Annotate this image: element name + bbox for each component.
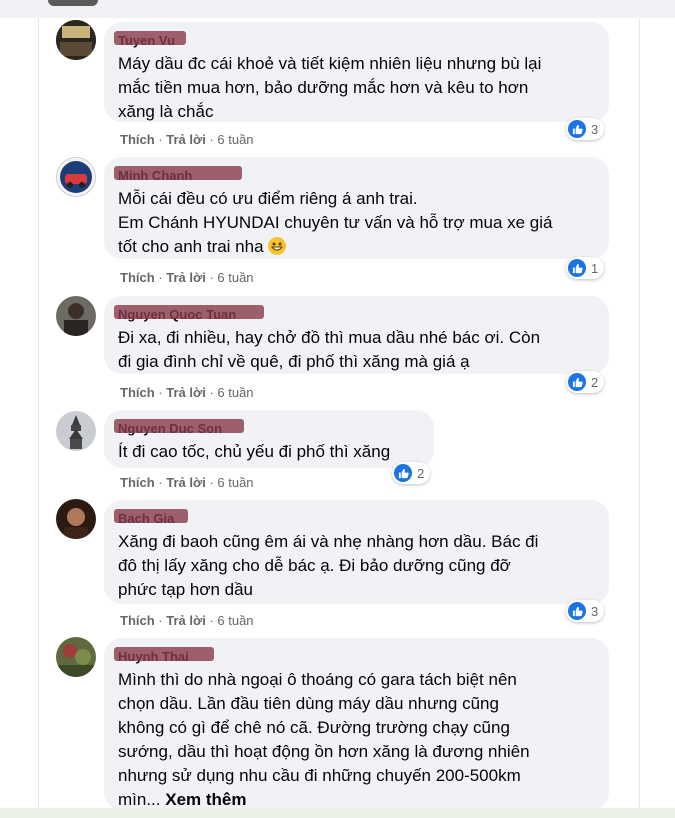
- bottom-edge: [0, 808, 675, 818]
- comment-text: Xăng đi baoh cũng êm ái và nhẹ nhàng hơn…: [118, 530, 595, 602]
- comment-text: Mỗi cái đều có ưu điểm riêng á anh trai.…: [118, 187, 595, 259]
- comment-text: Ít đi cao tốc, chủ yếu đi phố thì xăng: [118, 440, 420, 464]
- comment-line: Mình thì do nhà ngoại ô thoáng có gara t…: [118, 670, 517, 689]
- comment-actions: Thích · Trả lời · 6 tuần: [120, 132, 254, 147]
- author-redaction: [114, 305, 264, 319]
- comment-time[interactable]: 6 tuần: [217, 613, 253, 628]
- like-button[interactable]: Thích: [120, 270, 155, 285]
- comment-text: Mình thì do nhà ngoại ô thoáng có gara t…: [118, 668, 595, 812]
- author-redaction: [114, 647, 214, 661]
- comment-line: tốt cho anh trai nha: [118, 237, 264, 256]
- author-redaction: [114, 419, 244, 433]
- like-button[interactable]: Thích: [120, 613, 155, 628]
- comment-line: Máy dầu đc cái khoẻ và tiết kiệm nhiên l…: [118, 54, 542, 73]
- avatar[interactable]: [56, 499, 96, 539]
- comment-line: mắc tiền mua hơn, bảo dưỡng mắc hơn và k…: [118, 78, 529, 97]
- like-button[interactable]: Thích: [120, 475, 155, 490]
- comment-author[interactable]: Minh Chanh: [114, 166, 242, 184]
- avatar[interactable]: [56, 296, 96, 336]
- reply-button[interactable]: Trả lời: [166, 613, 206, 628]
- author-redaction: [114, 509, 188, 523]
- reaction-summary[interactable]: 2: [566, 371, 605, 393]
- reply-button[interactable]: Trả lời: [166, 132, 206, 147]
- comment-bubble: Huynh Thai Mình thì do nhà ngoại ô thoán…: [104, 638, 609, 810]
- comment-bubble: Minh Chanh Mỗi cái đều có ưu điểm riêng …: [104, 157, 609, 259]
- like-icon: [394, 464, 412, 482]
- reaction-count: 3: [591, 121, 599, 137]
- comment-line: đô thị lấy xăng cho dễ bác ạ. Đi bảo dưỡ…: [118, 556, 511, 575]
- comment-line: xăng là chắc: [118, 102, 214, 121]
- comment-author[interactable]: Nguyen Duc Son: [114, 419, 244, 437]
- comment-actions: Thích · Trả lời · 6 tuần: [120, 613, 254, 628]
- grinning-emoji-icon: [268, 237, 287, 255]
- like-icon: [568, 602, 586, 620]
- comment-line: nhưng sử dụng nhu cầu đi những chuyến 20…: [118, 766, 521, 785]
- like-button[interactable]: Thích: [120, 132, 155, 147]
- comment-actions: Thích · Trả lời · 6 tuần: [120, 270, 254, 285]
- reaction-summary[interactable]: 3: [566, 118, 605, 140]
- author-redaction: [114, 31, 186, 45]
- comment-author[interactable]: Bach Gia: [114, 509, 188, 527]
- comment-line: Xăng đi baoh cũng êm ái và nhẹ nhàng hơn…: [118, 532, 539, 551]
- see-more-link[interactable]: Xem thêm: [165, 790, 246, 809]
- author-redaction: [114, 166, 242, 180]
- comment-actions: Thích · Trả lời · 6 tuần: [120, 475, 254, 490]
- comment-bubble: Bach Gia Xăng đi baoh cũng êm ái và nhẹ …: [104, 500, 609, 604]
- comment-text: Máy dầu đc cái khoẻ và tiết kiệm nhiên l…: [118, 52, 595, 124]
- comment-line: Ít đi cao tốc, chủ yếu đi phố thì xăng: [118, 442, 391, 461]
- comment-time[interactable]: 6 tuần: [217, 475, 253, 490]
- comment-text: Đi xa, đi nhiều, hay chở đồ thì mua dầu …: [118, 326, 595, 374]
- avatar[interactable]: [56, 637, 96, 677]
- reaction-count: 3: [591, 603, 599, 619]
- avatar[interactable]: [56, 20, 96, 60]
- reaction-count: 2: [417, 465, 425, 481]
- like-icon: [568, 259, 586, 277]
- comment-line: Em Chánh HYUNDAI chuyên tư vấn và hỗ trợ…: [118, 213, 553, 232]
- comment-bubble: Nguyen Duc Son Ít đi cao tốc, chủ yếu đi…: [104, 410, 434, 468]
- reaction-summary[interactable]: 2: [392, 462, 431, 484]
- comment-line: không có gì để chê nó cã. Đường trường c…: [118, 718, 510, 737]
- reaction-summary[interactable]: 3: [566, 600, 605, 622]
- comment-author[interactable]: Nguyen Quoc Tuan: [114, 305, 264, 323]
- comment-actions: Thích · Trả lời · 6 tuần: [120, 385, 254, 400]
- comment-line: sướng, dầu thì hoạt động ồn hơn xăng là …: [118, 742, 530, 761]
- comment-bubble: Tuyen Vu Máy dầu đc cái khoẻ và tiết kiệ…: [104, 22, 609, 122]
- like-button[interactable]: Thích: [120, 385, 155, 400]
- comment-bubble: Nguyen Quoc Tuan Đi xa, đi nhiều, hay ch…: [104, 296, 609, 374]
- comment-line: phức tạp hơn dầu: [118, 580, 254, 599]
- reaction-count: 2: [591, 374, 599, 390]
- reply-button[interactable]: Trả lời: [166, 385, 206, 400]
- comment-author[interactable]: Tuyen Vu: [114, 31, 186, 49]
- top-bar: [0, 0, 675, 18]
- reaction-summary[interactable]: 1: [566, 257, 605, 279]
- avatar[interactable]: [56, 411, 96, 451]
- comment-author[interactable]: Huynh Thai: [114, 647, 214, 665]
- comment-time[interactable]: 6 tuần: [217, 132, 253, 147]
- reply-button[interactable]: Trả lời: [166, 475, 206, 490]
- avatar[interactable]: [56, 157, 96, 197]
- previous-item-edge: [48, 0, 98, 6]
- comment-line: Mỗi cái đều có ưu điểm riêng á anh trai.: [118, 189, 418, 208]
- comment-line: chọn dầu. Lần đầu tiên dùng máy dầu nhưn…: [118, 694, 499, 713]
- like-icon: [568, 373, 586, 391]
- comment-line: đi gia đình chỉ về quê, đi phố thì xăng …: [118, 352, 470, 371]
- comment-time[interactable]: 6 tuần: [217, 270, 253, 285]
- reply-button[interactable]: Trả lời: [166, 270, 206, 285]
- reaction-count: 1: [591, 260, 599, 276]
- comment-time[interactable]: 6 tuần: [217, 385, 253, 400]
- comment-line: mìn...: [118, 790, 161, 809]
- comment-line: Đi xa, đi nhiều, hay chở đồ thì mua dầu …: [118, 328, 541, 347]
- like-icon: [568, 120, 586, 138]
